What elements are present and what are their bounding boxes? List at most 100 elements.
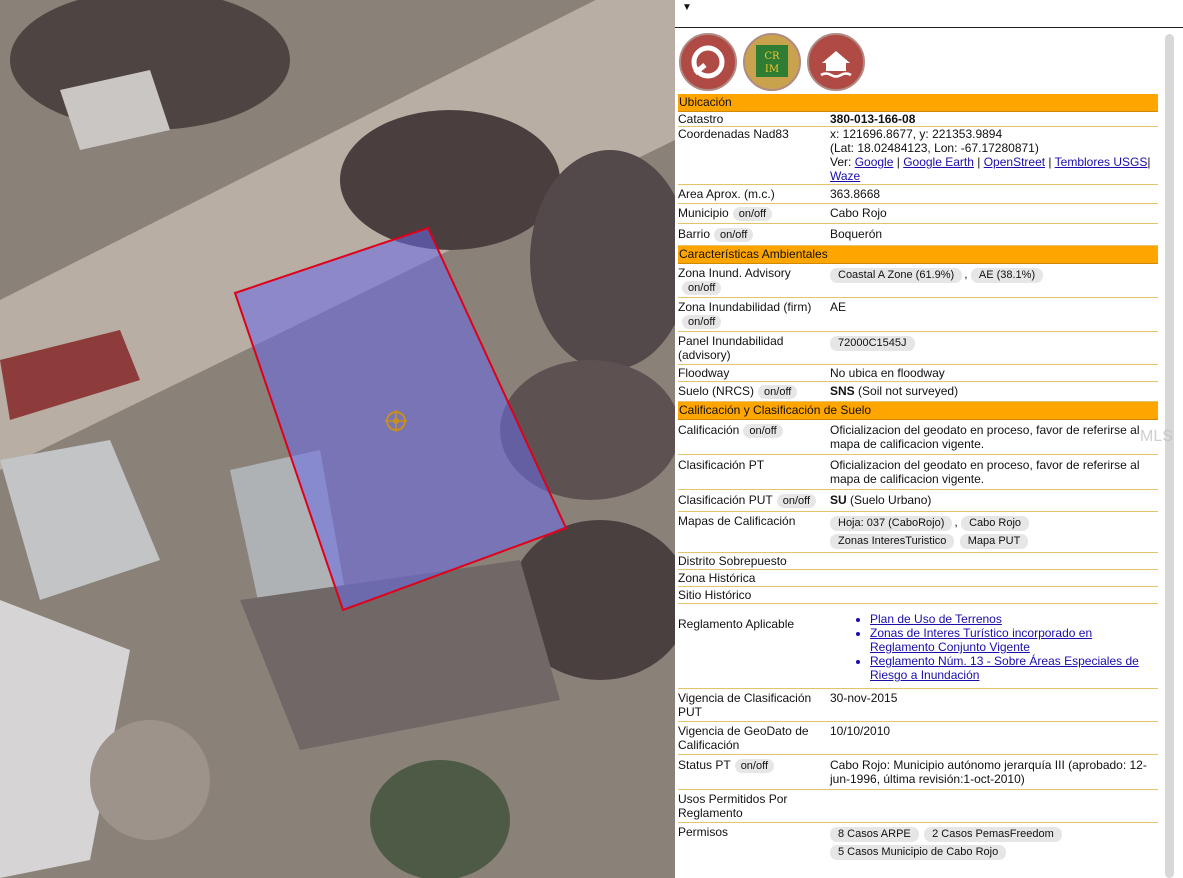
row-catastro: Catastro 380-013-166-08 xyxy=(678,112,1158,127)
clasif-put-toggle[interactable]: on/off xyxy=(776,494,817,508)
row-clasif-put: Clasificación PUT on/off SU (Suelo Urbano… xyxy=(678,490,1158,512)
section-ambientales: Características Ambientales xyxy=(678,246,1158,264)
row-sitio-historico: Sitio Histórico xyxy=(678,587,1158,604)
zona-advisory-pill-1[interactable]: Coastal A Zone (61.9%) xyxy=(830,268,963,283)
row-vigencia-clasif: Vigencia de Clasificación PUT 30-nov-201… xyxy=(678,689,1158,722)
link-temblores-usgs[interactable]: Temblores USGS xyxy=(1055,155,1148,169)
link-waze[interactable]: Waze xyxy=(830,169,860,183)
area-label: Area Aprox. (m.c.) xyxy=(678,187,775,201)
row-barrio: Barrio on/off Boquerón xyxy=(678,224,1158,246)
satellite-map[interactable] xyxy=(0,0,675,878)
zona-advisory-label: Zona Inund. Advisory xyxy=(678,266,791,280)
calificacion-toggle[interactable]: on/off xyxy=(743,424,783,438)
link-google-earth[interactable]: Google Earth xyxy=(903,155,974,169)
panel-header: ▼ xyxy=(675,0,1183,28)
suelo-label: Suelo (NRCS) xyxy=(678,384,755,398)
vigencia-geo-value: 10/10/2010 xyxy=(830,724,891,738)
municipio-value: Cabo Rojo xyxy=(830,206,887,220)
row-floodway: Floodway No ubica en floodway xyxy=(678,365,1158,382)
permiso-pill-municipio[interactable]: 5 Casos Municipio de Cabo Rojo xyxy=(830,845,1007,860)
row-suelo: Suelo (NRCS) on/off SNS (Soil not surveye… xyxy=(678,382,1158,402)
permiso-pill-arpe[interactable]: 8 Casos ARPE xyxy=(830,827,919,842)
catastro-label: Catastro xyxy=(678,112,724,126)
suelo-desc: (Soil not surveyed) xyxy=(858,384,959,398)
clasif-pt-value: Oficializacion del geodato en proceso, f… xyxy=(830,458,1140,486)
usos-label: Usos Permitidos Por Reglamento xyxy=(678,792,788,820)
link-openstreet[interactable]: OpenStreet xyxy=(984,155,1045,169)
svg-text:IM: IM xyxy=(765,64,779,75)
row-clasif-pt: Clasificación PT Oficializacion del geod… xyxy=(678,455,1158,490)
clasif-put-desc: (Suelo Urbano) xyxy=(850,493,932,507)
property-details: Ubicación Catastro 380-013-166-08 Coorde… xyxy=(678,94,1158,863)
sitio-historico-label: Sitio Histórico xyxy=(678,588,752,602)
row-panel: Panel Inundabilidad (advisory) 72000C154… xyxy=(678,332,1158,365)
zona-firm-label: Zona Inundabilidad (firm) xyxy=(678,300,812,314)
zona-advisory-toggle[interactable]: on/off xyxy=(682,281,722,295)
row-usos: Usos Permitidos Por Reglamento xyxy=(678,790,1158,823)
svg-text:CR: CR xyxy=(764,51,780,62)
flood-house-icon[interactable] xyxy=(807,33,865,91)
barrio-toggle[interactable]: on/off xyxy=(714,228,754,242)
row-zona-firm: Zona Inundabilidad (firm) on/off AE xyxy=(678,298,1158,332)
dropdown-arrow-icon[interactable]: ▼ xyxy=(682,2,692,13)
floodway-value: No ubica en floodway xyxy=(830,366,945,380)
reglamento-label: Reglamento Aplicable xyxy=(678,617,795,631)
suelo-toggle[interactable]: on/off xyxy=(758,385,798,399)
scrollbar[interactable] xyxy=(1165,34,1174,878)
suelo-code: SNS xyxy=(830,384,855,398)
coords-label: Coordenadas Nad83 xyxy=(678,127,789,141)
link-google[interactable]: Google xyxy=(855,155,894,169)
info-panel: ▼ CR IM Ubicación Catastro 380-013-166-08… xyxy=(675,0,1183,878)
ver-label: Ver: xyxy=(830,155,852,169)
clasif-pt-label: Clasificación PT xyxy=(678,458,765,472)
mapa-pill-cabo-rojo[interactable]: Cabo Rojo xyxy=(961,516,1030,531)
watermark: MLS xyxy=(1140,428,1173,445)
reglamento-list: Plan de Uso de Terrenos Zonas de Interes… xyxy=(830,612,1158,682)
zona-historica-label: Zona Histórica xyxy=(678,571,756,585)
crim-logo-icon[interactable]: CR IM xyxy=(743,33,801,91)
status-pt-value: Cabo Rojo: Municipio autónomo jerarquía … xyxy=(830,758,1147,786)
row-distrito: Distrito Sobrepuesto xyxy=(678,553,1158,570)
section-ubicacion: Ubicación xyxy=(678,94,1158,112)
row-mapas: Mapas de Calificación Hoja: 037 (CaboRoj… xyxy=(678,512,1158,553)
reglamento-link-num13[interactable]: Reglamento Núm. 13 - Sobre Áreas Especia… xyxy=(870,654,1158,682)
geo-tool-icon[interactable] xyxy=(679,33,737,91)
vigencia-geo-label: Vigencia de GeoDato de Calificación xyxy=(678,724,809,752)
section-calificacion: Calificación y Clasificación de Suelo xyxy=(678,402,1158,420)
row-calificacion: Calificación on/off Oficializacion del ge… xyxy=(678,420,1158,455)
row-permisos: Permisos 8 Casos ARPE 2 Casos PemasFreed… xyxy=(678,823,1158,863)
reglamento-link-plan[interactable]: Plan de Uso de Terrenos xyxy=(870,612,1158,626)
mapa-pill-zonas[interactable]: Zonas InteresTuristico xyxy=(830,534,955,549)
panel-pill[interactable]: 72000C1545J xyxy=(830,336,915,351)
mapa-pill-hoja[interactable]: Hoja: 037 (CaboRojo) xyxy=(830,516,953,531)
vigencia-clasif-value: 30-nov-2015 xyxy=(830,691,898,705)
row-area: Area Aprox. (m.c.) 363.8668 xyxy=(678,185,1158,204)
row-reglamento: Reglamento Aplicable Plan de Uso de Terr… xyxy=(678,604,1158,689)
mapas-label: Mapas de Calificación xyxy=(678,514,796,528)
zona-firm-toggle[interactable]: on/off xyxy=(682,315,722,329)
satellite-imagery xyxy=(0,0,675,878)
row-zona-historica: Zona Histórica xyxy=(678,570,1158,587)
mapa-pill-put[interactable]: Mapa PUT xyxy=(959,534,1029,549)
barrio-label: Barrio xyxy=(678,227,711,241)
coords-latlon: (Lat: 18.02484123, Lon: -67.17280871) xyxy=(830,141,1039,155)
calificacion-label: Calificación xyxy=(678,423,740,437)
area-value: 363.8668 xyxy=(830,187,881,201)
municipio-toggle[interactable]: on/off xyxy=(732,207,773,221)
zona-advisory-pill-2[interactable]: AE (38.1%) xyxy=(970,268,1044,283)
vigencia-clasif-label: Vigencia de Clasificación PUT xyxy=(678,691,812,719)
barrio-value: Boquerón xyxy=(830,227,883,241)
row-vigencia-geo: Vigencia de GeoDato de Calificación 10/1… xyxy=(678,722,1158,755)
reglamento-link-zonas[interactable]: Zonas de Interes Turístico incorporado e… xyxy=(870,626,1158,654)
permisos-label: Permisos xyxy=(678,825,729,839)
permiso-pill-pemas[interactable]: 2 Casos PemasFreedom xyxy=(924,827,1062,842)
coords-xy: x: 121696.8677, y: 221353.9894 xyxy=(830,127,1003,141)
catastro-value: 380-013-166-08 xyxy=(830,112,916,126)
row-coordenadas: Coordenadas Nad83 x: 121696.8677, y: 221… xyxy=(678,127,1158,185)
clasif-put-code: SU xyxy=(830,493,847,507)
zona-firm-value: AE xyxy=(830,300,847,314)
municipio-label: Municipio xyxy=(678,206,729,220)
status-pt-toggle[interactable]: on/off xyxy=(734,759,775,773)
distrito-label: Distrito Sobrepuesto xyxy=(678,554,787,568)
panel-label: Panel Inundabilidad (advisory) xyxy=(678,334,784,362)
